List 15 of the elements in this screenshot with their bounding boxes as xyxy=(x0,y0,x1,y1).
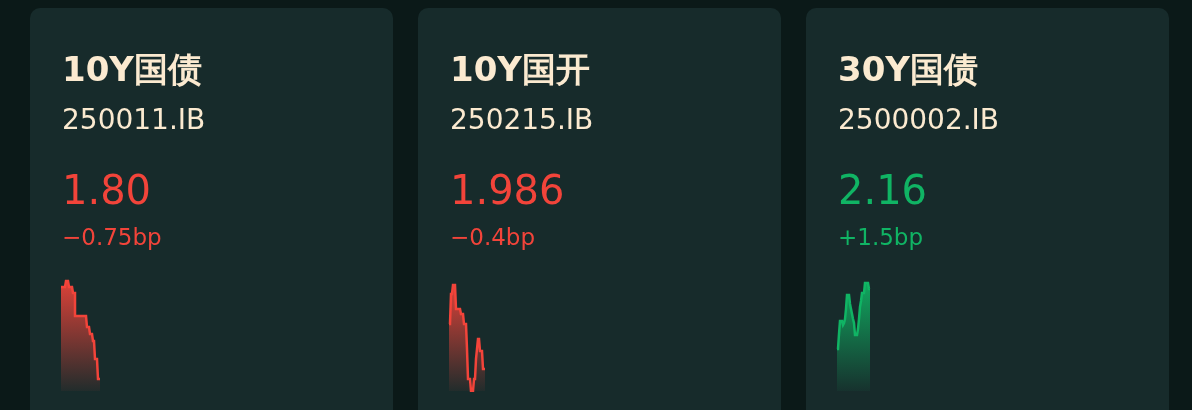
yield-value: 2.16 xyxy=(838,166,928,214)
yield-change: −0.4bp xyxy=(450,223,536,252)
bond-card[interactable]: 30Y国债 2500002.IB 2.16 +1.5bp xyxy=(806,8,1169,410)
yield-value: 1.80 xyxy=(62,166,152,214)
bond-name: 30Y国债 xyxy=(838,50,978,88)
bond-code: 250215.IB xyxy=(450,102,594,138)
yield-change: +1.5bp xyxy=(838,223,924,252)
bond-card[interactable]: 10Y国债 250011.IB 1.80 −0.75bp xyxy=(30,8,393,410)
yield-change: −0.75bp xyxy=(62,223,162,252)
bond-code: 2500002.IB xyxy=(838,102,1000,138)
bond-name: 10Y国债 xyxy=(62,50,202,88)
bond-code: 250011.IB xyxy=(62,102,206,138)
yield-value: 1.986 xyxy=(450,166,565,214)
bond-card[interactable]: 10Y国开 250215.IB 1.986 −0.4bp xyxy=(418,8,781,410)
bond-name: 10Y国开 xyxy=(450,50,590,88)
